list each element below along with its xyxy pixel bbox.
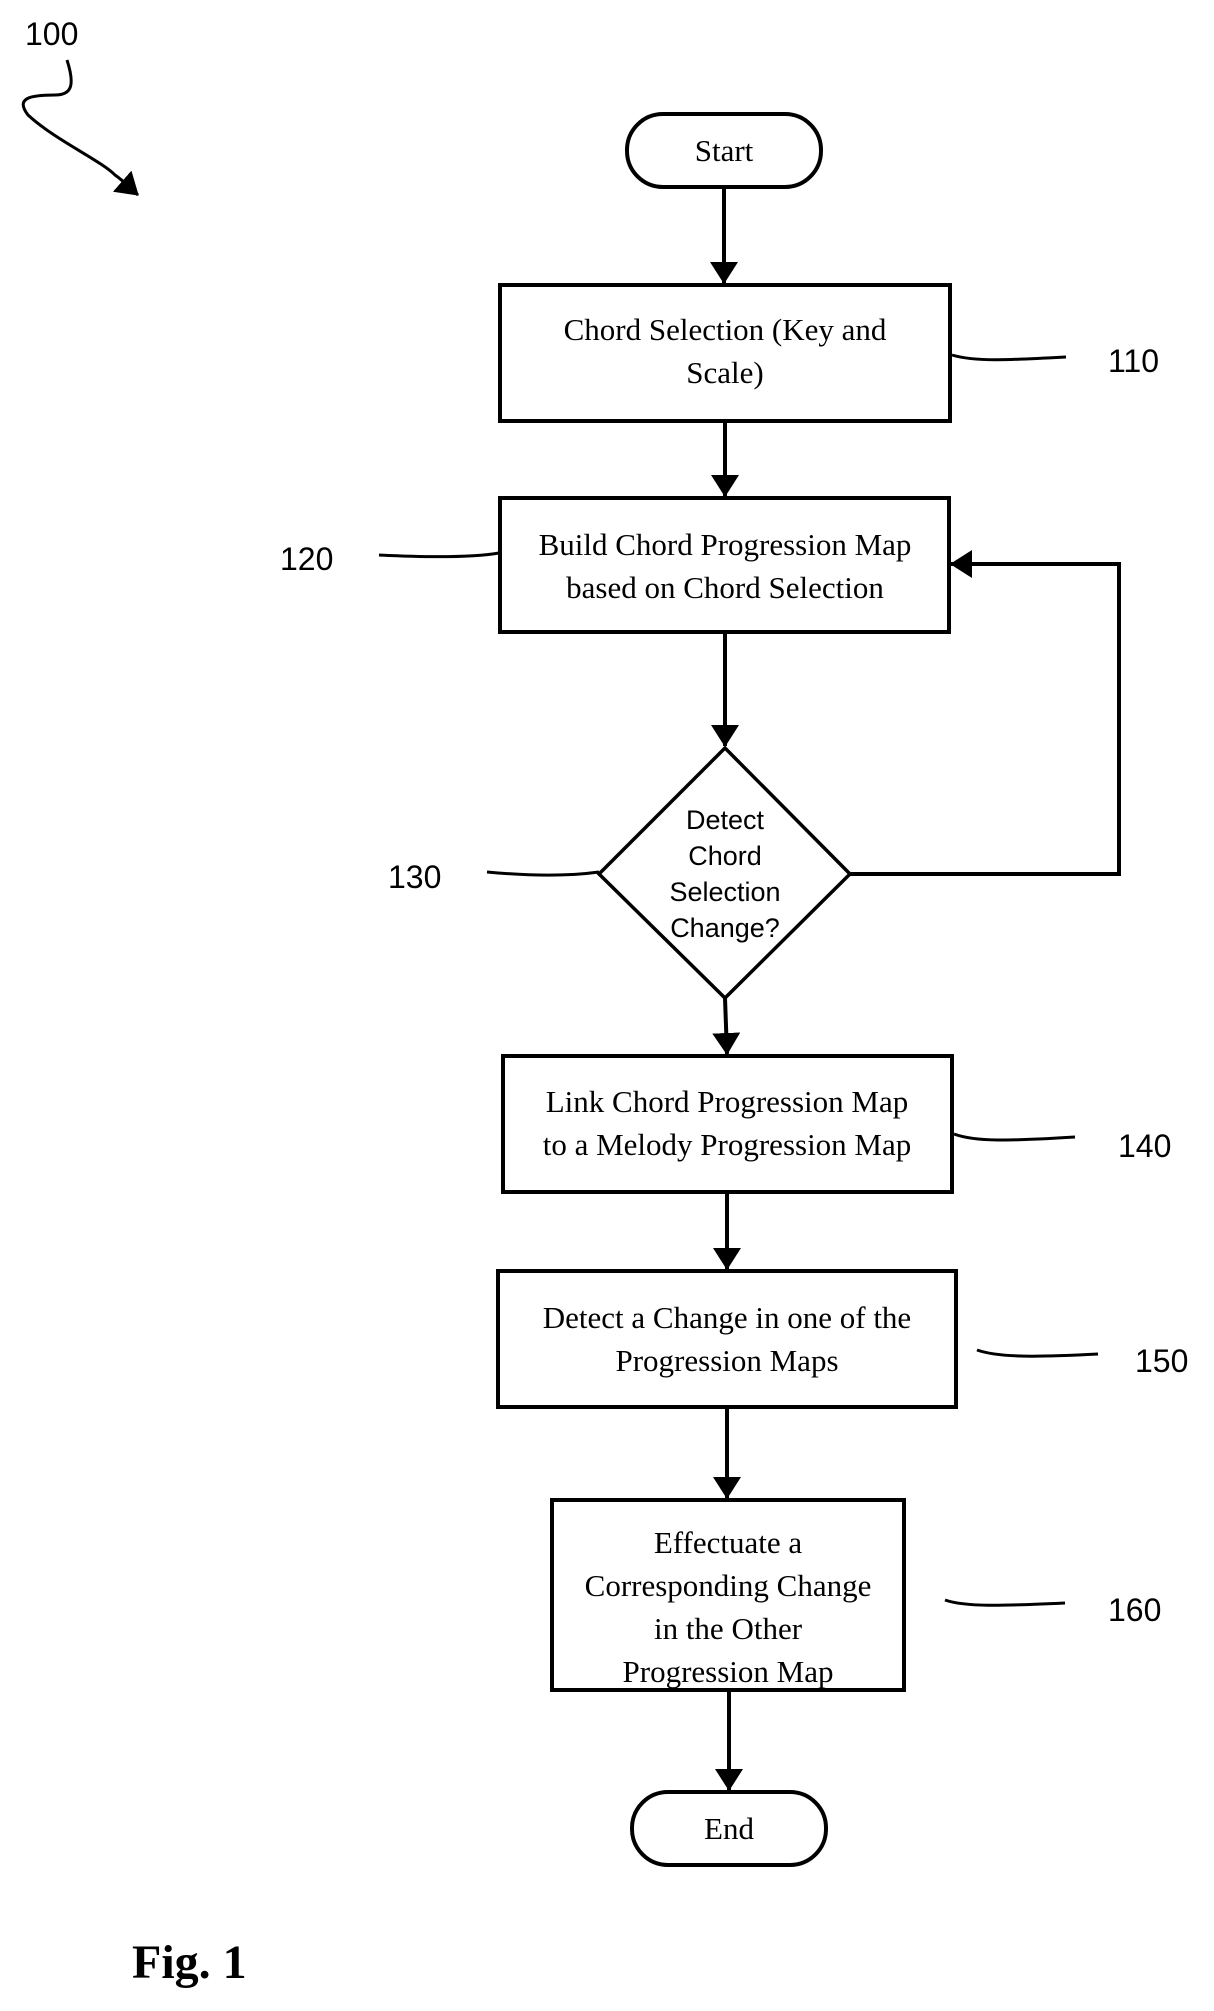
step-150-line-1: Detect a Change in one of the	[543, 1300, 911, 1335]
step-160-leader	[944, 1598, 1066, 1607]
step-140-line-1: Link Chord Progression Map	[546, 1084, 909, 1119]
step-110-line-2: Scale)	[686, 355, 763, 390]
decision-130-diamond: Detect Chord Selection Change?	[596, 745, 853, 1001]
decision-130-ref: 130	[388, 859, 441, 895]
start-label: Start	[695, 133, 754, 168]
flowchart: 100 Start Chord Selection (Key and Scale…	[21, 16, 1188, 1989]
step-150-line-2: Progression Maps	[615, 1343, 838, 1378]
step-120-box: Build Chord Progression Map based on Cho…	[498, 496, 951, 634]
step-150-leader	[976, 1348, 1099, 1358]
step-140-line-2: to a Melody Progression Map	[543, 1127, 912, 1162]
step-140-ref: 140	[1118, 1128, 1171, 1164]
decision-130-line-1: Detect	[686, 805, 765, 835]
step-140-leader	[953, 1132, 1076, 1142]
step-160-line-2: Corresponding Change	[585, 1568, 872, 1603]
step-140-box: Link Chord Progression Map to a Melody P…	[501, 1054, 954, 1194]
end-label: End	[704, 1811, 754, 1846]
step-120-leader	[378, 551, 500, 559]
arrow-130-to-140	[712, 997, 741, 1055]
step-110-ref: 110	[1108, 343, 1159, 379]
decision-130-line-3: Selection	[669, 877, 780, 907]
step-160-line-3: in the Other	[654, 1611, 803, 1646]
figure-ref-arrow	[21, 59, 139, 197]
end-terminal: End	[630, 1790, 828, 1867]
decision-130-leader	[486, 870, 600, 877]
step-160-line-4: Progression Map	[623, 1654, 834, 1689]
step-120-ref: 120	[280, 541, 333, 577]
step-110-box: Chord Selection (Key and Scale)	[498, 283, 952, 423]
figure-ref-number: 100	[25, 16, 78, 52]
step-160-line-1: Effectuate a	[654, 1525, 803, 1560]
figure-caption: Fig. 1	[132, 1936, 247, 1989]
decision-130-line-4: Change?	[670, 913, 780, 943]
start-terminal: Start	[625, 112, 823, 189]
step-110-line-1: Chord Selection (Key and	[564, 312, 887, 347]
step-150-ref: 150	[1135, 1343, 1188, 1379]
step-120-line-1: Build Chord Progression Map	[539, 527, 912, 562]
step-120-line-2: based on Chord Selection	[566, 570, 884, 605]
step-160-box: Effectuate a Corresponding Change in the…	[550, 1498, 906, 1692]
step-110-leader	[951, 353, 1067, 362]
step-150-box: Detect a Change in one of the Progressio…	[496, 1269, 958, 1409]
step-160-ref: 160	[1108, 1592, 1161, 1628]
decision-130-line-2: Chord	[688, 841, 762, 871]
